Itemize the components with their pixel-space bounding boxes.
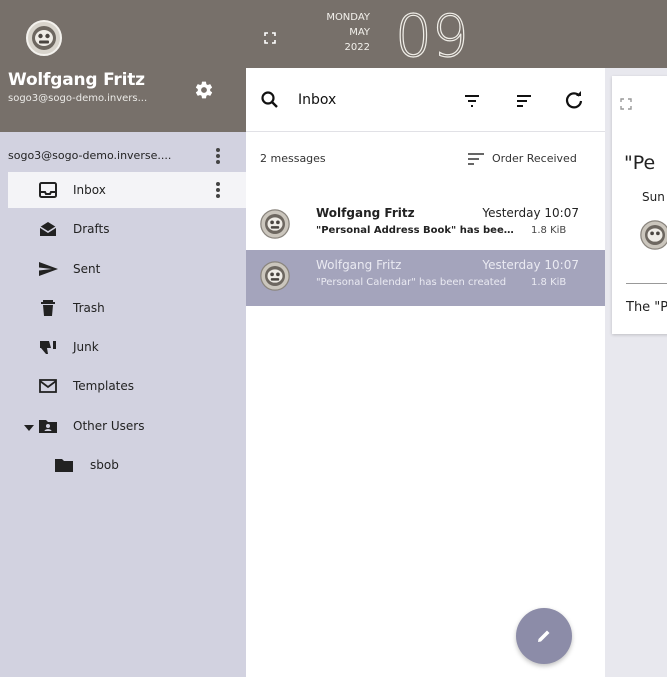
- message-count: 2 messages: [260, 152, 326, 165]
- pencil-icon: [538, 630, 550, 642]
- inbox-icon: [38, 181, 58, 199]
- account-header: Wolfgang Fritz sogo3@sogo-demo.invers...: [0, 0, 246, 132]
- folder-label: sbob: [90, 458, 119, 472]
- user-name: Wolfgang Fritz: [8, 70, 145, 90]
- folder-sbob[interactable]: sbob: [8, 447, 246, 483]
- message-row-selected[interactable]: Wolfgang Fritz Yesterday 10:07 "Personal…: [246, 250, 605, 306]
- folder-label: Templates: [73, 379, 135, 393]
- drafts-icon: [38, 220, 58, 238]
- user-email: sogo3@sogo-demo.invers...: [8, 93, 148, 104]
- sort-icon[interactable]: [514, 91, 534, 111]
- date-header: MONDAY MAY 2022 09: [246, 0, 667, 70]
- fullscreen-icon[interactable]: [620, 98, 632, 110]
- folder-inbox[interactable]: Inbox: [8, 172, 246, 208]
- filter-icon[interactable]: [462, 91, 482, 111]
- folder-label: Trash: [73, 301, 105, 315]
- day-number: 09: [394, 2, 469, 70]
- user-avatar-icon[interactable]: [26, 20, 62, 56]
- folder-label: Other Users: [73, 419, 145, 433]
- folder-title: Inbox: [298, 92, 337, 108]
- viewer-date: Sun: [642, 190, 665, 204]
- shared-folder-icon: [38, 417, 58, 435]
- folder-trash[interactable]: Trash: [8, 290, 246, 326]
- trash-icon: [38, 299, 58, 317]
- month-label: MAY: [349, 27, 370, 38]
- folder-label: Drafts: [73, 222, 110, 236]
- message-list-pane: Inbox 2 messages Order Received Wolfgang…: [246, 68, 605, 677]
- viewer-divider: [626, 283, 667, 284]
- message-row[interactable]: Wolfgang Fritz Yesterday 10:07 "Personal…: [246, 198, 605, 254]
- year-label: 2022: [344, 42, 370, 53]
- account-more-icon[interactable]: [215, 147, 221, 165]
- sender-avatar-icon: [260, 261, 290, 291]
- message-size: 1.8 KiB: [531, 225, 567, 236]
- mailbox-account-row[interactable]: sogo3@sogo-demo.inverse....: [0, 139, 246, 173]
- settings-gear-icon[interactable]: [192, 80, 216, 100]
- folder-icon: [54, 456, 74, 474]
- message-subject: "Personal Address Book" has been created: [316, 225, 516, 236]
- sidebar: Wolfgang Fritz sogo3@sogo-demo.invers...…: [0, 0, 246, 677]
- message-sender: Wolfgang Fritz: [316, 258, 402, 272]
- sort-icon: [466, 152, 486, 166]
- folder-other-users[interactable]: Other Users: [8, 408, 246, 444]
- inbox-more-icon[interactable]: [215, 181, 221, 199]
- mail-outline-icon: [38, 377, 58, 395]
- sender-avatar-icon: [260, 209, 290, 239]
- date-block: MONDAY MAY 2022: [302, 10, 370, 55]
- fullscreen-icon[interactable]: [264, 32, 276, 44]
- message-sender: Wolfgang Fritz: [316, 206, 415, 220]
- refresh-icon[interactable]: [564, 90, 584, 110]
- viewer-subject: "Pe: [624, 152, 656, 174]
- folder-sent[interactable]: Sent: [8, 251, 246, 287]
- folder-templates[interactable]: Templates: [8, 368, 246, 404]
- folder-junk[interactable]: Junk: [8, 329, 246, 365]
- message-time: Yesterday 10:07: [482, 258, 579, 272]
- order-received-button[interactable]: Order Received: [466, 150, 591, 168]
- message-subject: "Personal Calendar" has been created: [316, 277, 507, 288]
- folder-label: Inbox: [73, 183, 106, 197]
- message-time: Yesterday 10:07: [482, 206, 579, 220]
- viewer-sender-avatar-icon: [640, 220, 667, 250]
- folder-label: Sent: [73, 262, 101, 276]
- send-icon: [38, 260, 58, 278]
- search-icon[interactable]: [260, 90, 280, 110]
- thumb-down-icon: [38, 338, 58, 356]
- order-label: Order Received: [492, 152, 577, 165]
- message-viewer: "Pe Sun The "P: [612, 76, 667, 334]
- mailbox-account-label: sogo3@sogo-demo.inverse....: [8, 149, 172, 162]
- folder-drafts[interactable]: Drafts: [8, 211, 246, 247]
- folder-label: Junk: [73, 340, 99, 354]
- weekday-label: MONDAY: [326, 12, 370, 23]
- message-size: 1.8 KiB: [531, 277, 567, 288]
- viewer-body: The "P: [626, 300, 667, 315]
- list-toolbar: Inbox: [246, 68, 605, 132]
- compose-button[interactable]: [516, 608, 572, 664]
